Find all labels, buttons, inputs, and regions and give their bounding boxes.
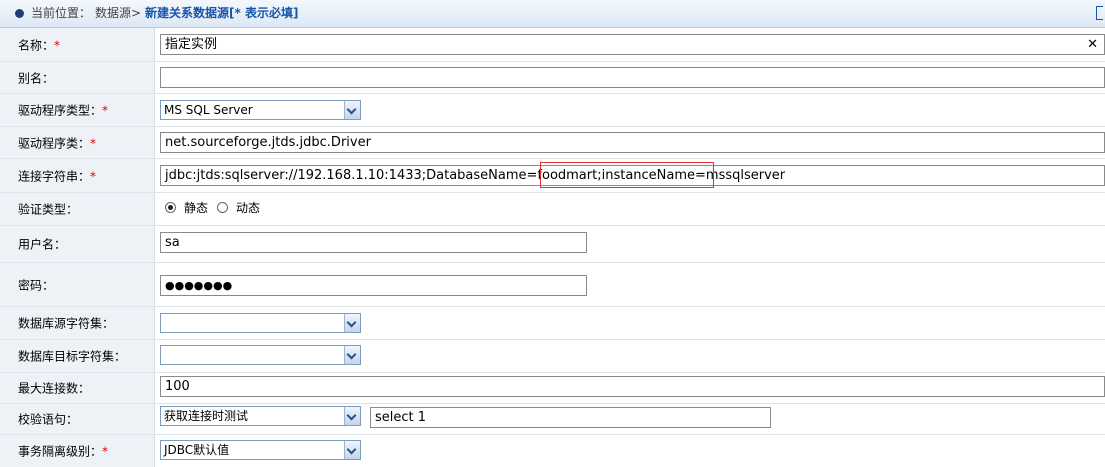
validation-sql-value: select 1 xyxy=(375,410,427,425)
required-star: * xyxy=(102,103,109,118)
password-label: 密码： xyxy=(18,278,55,292)
form-row-auth-type: 验证类型： 静态 动态 xyxy=(0,193,1105,226)
password-input[interactable]: ●●●●●●● xyxy=(160,275,587,296)
name-label: 名称：* xyxy=(18,36,60,53)
driver-type-value: MS SQL Server xyxy=(164,103,253,117)
label-cell: 密码： xyxy=(0,263,155,306)
driver-class-input[interactable]: net.sourceforge.jtds.jdbc.Driver xyxy=(160,132,1105,153)
source-charset-label: 数据库源字符集： xyxy=(18,316,115,331)
chevron-down-icon[interactable] xyxy=(344,407,360,425)
label-cell: 连接字符串：* xyxy=(0,159,155,192)
chevron-down-icon[interactable] xyxy=(344,101,360,119)
page-title-text: 新建关系数据源 xyxy=(145,6,230,20)
radio-dynamic-label[interactable]: 动态 xyxy=(236,201,260,215)
label-cell: 用户名： xyxy=(0,226,155,262)
max-connections-label: 最大连接数： xyxy=(18,381,91,396)
chevron-down-icon[interactable] xyxy=(344,441,360,459)
breadcrumb-bar: 当前位置： 数据源> 新建关系数据源[* 表示必填] xyxy=(0,0,1105,28)
label-cell: 驱动程序类：* xyxy=(0,127,155,158)
form-row-alias: 别名： xyxy=(0,62,1105,94)
driver-class-value: net.sourceforge.jtds.jdbc.Driver xyxy=(165,135,371,150)
alias-label: 别名： xyxy=(18,71,55,85)
isolation-label: 事务隔离级别：* xyxy=(18,443,108,460)
driver-class-label: 驱动程序类：* xyxy=(18,134,96,151)
form-row-max-connections: 最大连接数： 100 xyxy=(0,373,1105,404)
label-cell: 最大连接数： xyxy=(0,373,155,403)
radio-dynamic[interactable] xyxy=(217,202,228,213)
required-hint: [* 表示必填] xyxy=(229,6,299,20)
label-cell: 驱动程序类型：* xyxy=(0,94,155,126)
chevron-down-icon[interactable] xyxy=(344,314,360,332)
label-cell: 数据库目标字符集： xyxy=(0,340,155,372)
label-cell: 名称：* xyxy=(0,28,155,61)
driver-type-select[interactable]: MS SQL Server xyxy=(160,100,361,120)
target-charset-select[interactable] xyxy=(160,345,361,365)
label-cell: 校验语句： xyxy=(0,404,155,434)
label-cell: 别名： xyxy=(0,62,155,93)
username-value: sa xyxy=(165,235,180,250)
radio-static[interactable] xyxy=(165,202,176,213)
driver-type-label-text: 驱动程序类型： xyxy=(18,103,103,118)
isolation-value: JDBC默认值 xyxy=(164,443,230,457)
form-row-driver-class: 驱动程序类：* net.sourceforge.jtds.jdbc.Driver xyxy=(0,127,1105,159)
driver-type-label: 驱动程序类型：* xyxy=(18,102,108,119)
form-row-validation: 校验语句： 获取连接时测试 select 1 xyxy=(0,404,1105,435)
form-row-password: 密码： ●●●●●●● xyxy=(0,263,1105,307)
max-connections-input[interactable]: 100 xyxy=(160,376,1105,397)
target-charset-label: 数据库目标字符集： xyxy=(18,349,127,364)
chevron-down-icon[interactable] xyxy=(344,346,360,364)
page-title: 新建关系数据源[* 表示必填] xyxy=(145,5,298,21)
breadcrumb-datasource[interactable]: 数据源> xyxy=(95,5,141,21)
isolation-select[interactable]: JDBC默认值 xyxy=(160,440,361,460)
validation-mode-select[interactable]: 获取连接时测试 xyxy=(160,406,361,426)
form-row-username: 用户名： sa xyxy=(0,226,1105,263)
breadcrumb-location-label: 当前位置： xyxy=(31,6,92,20)
radio-static-label[interactable]: 静态 xyxy=(184,201,208,215)
collapse-icon[interactable] xyxy=(1096,6,1103,20)
form-row-isolation: 事务隔离级别：* JDBC默认值 xyxy=(0,435,1105,467)
label-cell: 验证类型： xyxy=(0,193,155,225)
source-charset-select[interactable] xyxy=(160,313,361,333)
alias-input[interactable] xyxy=(160,67,1105,88)
driver-class-label-text: 驱动程序类： xyxy=(18,136,91,150)
annotation-highlight-box xyxy=(540,162,714,188)
form-row-driver-type: 驱动程序类型：* MS SQL Server xyxy=(0,94,1105,127)
form-row-target-charset: 数据库目标字符集： xyxy=(0,340,1105,373)
max-connections-value: 100 xyxy=(165,379,190,394)
connection-string-label-text: 连接字符串： xyxy=(18,169,91,183)
isolation-label-text: 事务隔离级别： xyxy=(18,444,103,459)
name-label-text: 名称： xyxy=(18,38,55,52)
form-row-name: 名称：* 指定实例 ✕ xyxy=(0,28,1105,62)
name-input[interactable]: 指定实例 ✕ xyxy=(160,34,1105,55)
clear-icon[interactable]: ✕ xyxy=(1087,36,1098,53)
connection-string-label: 连接字符串：* xyxy=(18,167,96,184)
validation-sql-input[interactable]: select 1 xyxy=(370,407,771,428)
password-value: ●●●●●●● xyxy=(165,279,233,292)
form-row-source-charset: 数据库源字符集： xyxy=(0,307,1105,340)
auth-type-label: 验证类型： xyxy=(18,202,79,217)
label-cell: 事务隔离级别：* xyxy=(0,435,155,467)
validation-mode-value: 获取连接时测试 xyxy=(164,409,249,423)
name-value: 指定实例 xyxy=(165,37,218,52)
validation-label: 校验语句： xyxy=(18,412,79,427)
label-cell: 数据库源字符集： xyxy=(0,307,155,339)
required-star: * xyxy=(54,38,61,52)
required-star: * xyxy=(90,169,97,183)
required-star: * xyxy=(90,136,97,150)
required-star: * xyxy=(102,444,109,459)
bullet-icon xyxy=(15,9,24,18)
username-label: 用户名： xyxy=(18,237,67,252)
username-input[interactable]: sa xyxy=(160,232,587,253)
